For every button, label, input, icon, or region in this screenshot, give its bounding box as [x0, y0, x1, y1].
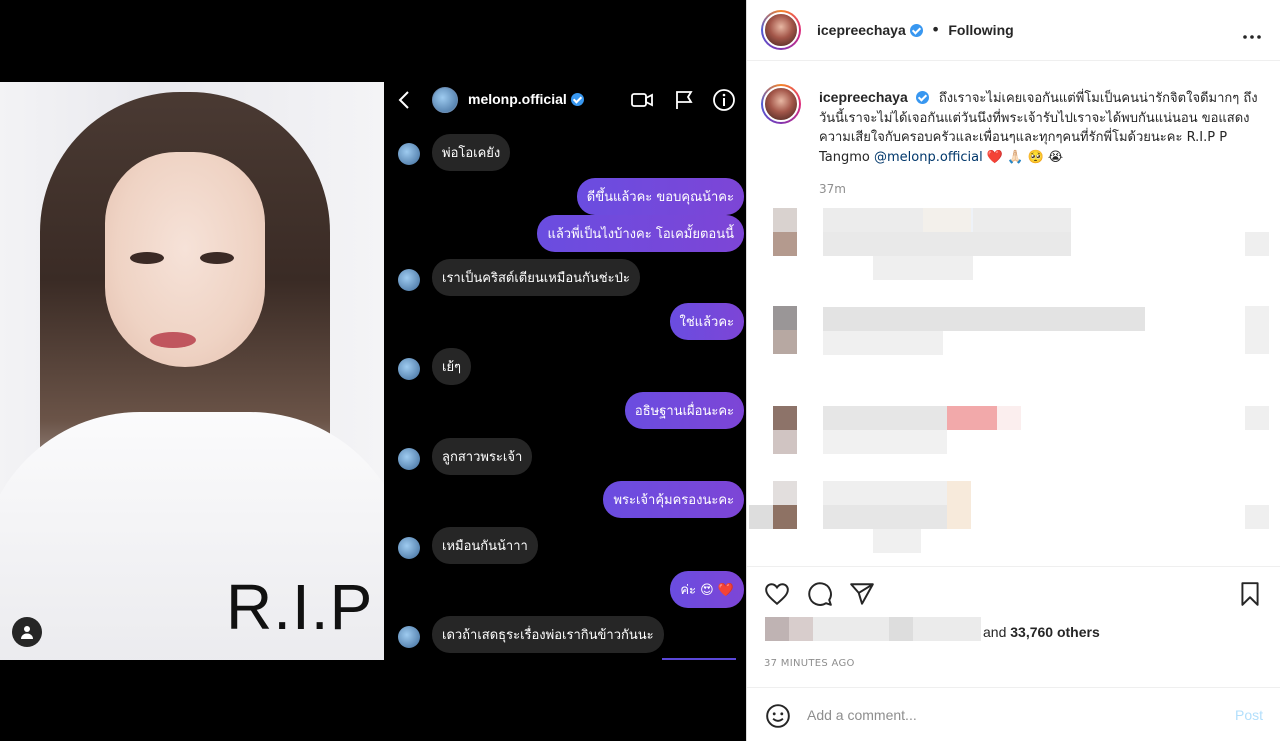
sender-avatar	[398, 269, 420, 291]
blurred-text	[823, 430, 947, 454]
blurred-text	[873, 529, 921, 553]
blurred-like	[1245, 505, 1269, 529]
post-comment-button[interactable]: Post	[1235, 707, 1263, 723]
emoji-icon[interactable]	[765, 703, 791, 729]
dm-message: ดีขึ้นแล้วคะ ขอบคุณน้าคะ	[576, 178, 744, 215]
post-side-panel: icepreechaya • Following icepreechaya ถึ…	[746, 0, 1280, 741]
more-dots-icon[interactable]	[1243, 20, 1261, 44]
caption-username[interactable]: icepreechaya	[819, 89, 908, 105]
blurred-avatar	[773, 505, 797, 529]
blurred-like	[1245, 232, 1269, 256]
dm-message: ใช่แล้วคะ	[669, 303, 744, 340]
blurred-like	[1245, 406, 1269, 430]
dm-screenshot: melonp.official พ่อโอเคยัง ดีขึ้นแล้วคะ …	[384, 82, 746, 660]
caption-avatar[interactable]	[761, 84, 801, 124]
blurred-text	[947, 406, 997, 430]
blurred-avatar	[773, 208, 797, 232]
blurred-like	[1245, 306, 1269, 354]
verified-icon	[915, 91, 929, 104]
blurred-text	[823, 307, 1145, 331]
info-icon	[712, 88, 736, 112]
blurred-avatar	[773, 232, 797, 256]
dm-message: เหมือนกันน้าาา	[432, 527, 538, 564]
comment-bar: Add a comment... Post	[747, 687, 1280, 741]
dm-username: melonp.official	[468, 91, 584, 107]
blurred-text	[823, 406, 947, 430]
sender-avatar	[398, 626, 420, 648]
blurred-avatar	[749, 505, 773, 529]
sender-avatar	[398, 537, 420, 559]
heart-icon[interactable]	[764, 581, 790, 607]
blurred-text	[997, 406, 1021, 430]
portrait-photo: R.I.P	[0, 82, 384, 660]
dm-message: เย้ๆ	[432, 348, 472, 385]
dm-message: แล้วพี่เป็นไงบ้างคะ โอเคมั้ยตอนนี้	[537, 215, 744, 252]
flag-icon	[672, 88, 696, 112]
dm-message: เราเป็นคริสต์เตียนเหมือนกันช่ะป่ะ	[432, 259, 640, 296]
caption-emojis: ❤️ 🙏🏻 🥺 😭	[986, 149, 1064, 165]
likes-summary[interactable]: and 33,760 others	[983, 624, 1100, 640]
caption-time: 37m	[819, 182, 846, 196]
bookmark-icon[interactable]	[1237, 581, 1263, 607]
blurred-avatar	[773, 406, 797, 430]
dm-message: อธิษฐานเผื่อนะคะ	[624, 392, 744, 429]
author-avatar[interactable]	[761, 10, 801, 50]
post-caption: icepreechaya ถึงเราจะไม่เคยเจอกันแต่พี่โ…	[819, 88, 1259, 167]
sender-avatar	[398, 358, 420, 380]
dm-message: พ่อโอเคยัง	[432, 134, 511, 171]
post-header: icepreechaya • Following	[747, 0, 1280, 61]
video-call-icon	[630, 88, 654, 112]
comment-icon[interactable]	[807, 581, 833, 607]
dm-avatar	[432, 87, 458, 113]
next-message-edge	[662, 658, 736, 660]
user-tag-icon[interactable]	[12, 617, 42, 647]
photo-eye-left	[130, 252, 164, 264]
blurred-text	[823, 331, 943, 355]
post-timestamp: 37 MINUTES AGO	[764, 658, 855, 669]
verified-icon	[909, 24, 923, 37]
instagram-post-view: R.I.P melonp.official พ่อโอเคยัง ดีขึ้นแ…	[0, 0, 1280, 741]
photo-eye-right	[200, 252, 234, 264]
blurred-avatar	[773, 306, 797, 330]
author-line: icepreechaya • Following	[817, 20, 1014, 39]
dm-message: ลูกสาวพระเจ้า	[432, 438, 533, 475]
blurred-avatar	[773, 330, 797, 354]
comment-input[interactable]: Add a comment...	[807, 707, 917, 723]
rip-overlay-text: R.I.P	[226, 571, 374, 643]
blurred-text	[873, 256, 973, 280]
blurred-text	[823, 505, 947, 529]
back-arrow-icon	[398, 88, 418, 112]
blurred-avatar	[773, 481, 797, 505]
likes-count[interactable]: 33,760 others	[1010, 624, 1100, 640]
verified-icon	[570, 93, 584, 106]
caption-mention[interactable]: @melonp.official	[874, 150, 983, 165]
likes-prefix: and	[983, 624, 1007, 640]
dm-message: ค่ะ 😍 ❤️	[670, 571, 744, 608]
blurred-avatar	[773, 430, 797, 454]
blurred-text	[947, 481, 971, 529]
author-username[interactable]: icepreechaya	[817, 22, 906, 38]
sender-avatar	[398, 448, 420, 470]
dm-message: เดวถ้าเสดธุระเรื่องพ่อเรากินข้าวกันนะ	[432, 616, 664, 653]
blurred-text	[823, 232, 1071, 256]
dm-message: พระเจ้าคุ้มครองนะคะ	[603, 481, 744, 518]
share-icon[interactable]	[849, 581, 875, 607]
sender-avatar	[398, 143, 420, 165]
photo-lips	[150, 332, 196, 348]
post-media[interactable]: R.I.P melonp.official พ่อโอเคยัง ดีขึ้นแ…	[0, 0, 746, 741]
dm-header: melonp.official	[384, 82, 746, 120]
following-button[interactable]: Following	[948, 22, 1013, 38]
separator-dot: •	[930, 20, 941, 39]
